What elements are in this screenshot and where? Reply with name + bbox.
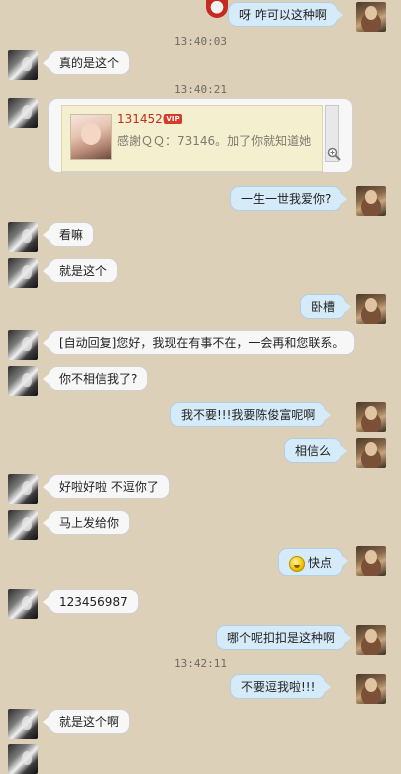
message-bubble-left[interactable]: 123456987 [43, 589, 139, 614]
contact-avatar[interactable] [8, 709, 38, 739]
my-avatar[interactable] [356, 186, 386, 216]
message-bubble-left[interactable]: [自动回复]您好，我现在有事不在，一会再和您联系。 [42, 330, 356, 355]
message-text: 就是这个啊 [59, 715, 120, 729]
my-avatar[interactable] [356, 402, 386, 432]
contact-avatar[interactable] [8, 589, 38, 619]
message-bubble-right[interactable]: 相信么 [284, 438, 348, 463]
message-text: 相信么 [295, 444, 332, 458]
message-bubble-left[interactable]: 你不相信我了? [42, 366, 149, 391]
message-bubble-right[interactable]: 卧槽 [300, 294, 352, 319]
my-avatar[interactable] [356, 2, 386, 32]
my-avatar[interactable] [356, 625, 386, 655]
message-text: 哪个呢扣扣是这种啊 [227, 631, 336, 645]
contact-avatar[interactable] [8, 50, 38, 80]
contact-avatar[interactable] [8, 222, 38, 252]
message-text: 卧槽 [311, 300, 336, 314]
vip-badge: VIP [164, 114, 182, 124]
message-text: 快点 [308, 556, 333, 570]
contact-avatar[interactable] [8, 98, 38, 128]
message-bubble-left[interactable]: 就是这个啊 [42, 709, 131, 734]
message-bubble-left[interactable]: 马上发给你 [42, 510, 131, 535]
message-bubble-right[interactable]: 我不要!!!我要陈俊富呢啊 [170, 402, 332, 427]
contact-avatar[interactable] [8, 258, 38, 288]
message-text: 你不相信我了? [59, 372, 138, 386]
message-text: 呀 咋可以这种啊 [239, 8, 327, 22]
card-caption: 感謝ＱＱ：73146。加了你就知道她 [117, 134, 312, 148]
chat-transcript[interactable]: 呀 咋可以这种啊 13:40:03 真的是这个 13:40:21 1314520… [0, 0, 401, 774]
message-bubble-left[interactable]: 真的是这个 [42, 50, 131, 75]
card-username: 1314520 [117, 112, 171, 126]
timestamp: 13:42:11 [174, 657, 227, 670]
message-bubble-left[interactable]: 好啦好啦 不逗你了 [43, 474, 170, 499]
shared-image-message[interactable]: 1314520 VIP 感謝ＱＱ：73146。加了你就知道她 [48, 98, 353, 173]
message-text: 一生一世我爱你? [241, 192, 332, 206]
shared-screenshot: 1314520 VIP 感謝ＱＱ：73146。加了你就知道她 [61, 105, 323, 172]
message-text: 马上发给你 [59, 516, 120, 530]
my-avatar[interactable] [356, 294, 386, 324]
message-text: 我不要!!!我要陈俊富呢啊 [181, 408, 316, 422]
message-text: 不要逗我啦!!! [241, 680, 316, 694]
message-bubble-left[interactable]: 就是这个 [42, 258, 119, 283]
message-text: [自动回复]您好，我现在有事不在，一会再和您联系。 [59, 336, 345, 350]
message-text: 好啦好啦 不逗你了 [59, 480, 159, 494]
sticker-icon [206, 0, 228, 18]
message-text: 真的是这个 [59, 56, 120, 70]
my-avatar[interactable] [356, 438, 386, 468]
message-bubble-right[interactable]: 呀 咋可以这种啊 [228, 2, 343, 27]
message-text: 就是这个 [59, 264, 108, 278]
message-text: 123456987 [59, 595, 128, 609]
message-bubble-right[interactable]: 不要逗我啦!!! [230, 674, 332, 699]
message-bubble-left[interactable]: 看嘛 [42, 222, 95, 247]
message-bubble-right[interactable]: 哪个呢扣扣是这种啊 [216, 625, 352, 650]
my-avatar[interactable] [356, 674, 386, 704]
profile-photo [70, 114, 112, 160]
smiley-face-icon [289, 555, 305, 572]
my-avatar[interactable] [356, 546, 386, 576]
message-text: 看嘛 [59, 228, 84, 242]
timestamp: 13:40:21 [174, 83, 227, 96]
contact-avatar[interactable] [8, 366, 38, 396]
message-bubble-right[interactable]: 一生一世我爱你? [230, 186, 348, 211]
message-bubble-right[interactable]: 快点 [278, 548, 349, 576]
contact-avatar[interactable] [8, 474, 38, 504]
contact-avatar[interactable] [8, 330, 38, 360]
contact-avatar[interactable] [8, 510, 38, 540]
timestamp: 13:40:03 [174, 35, 227, 48]
magnify-icon[interactable] [327, 147, 341, 161]
